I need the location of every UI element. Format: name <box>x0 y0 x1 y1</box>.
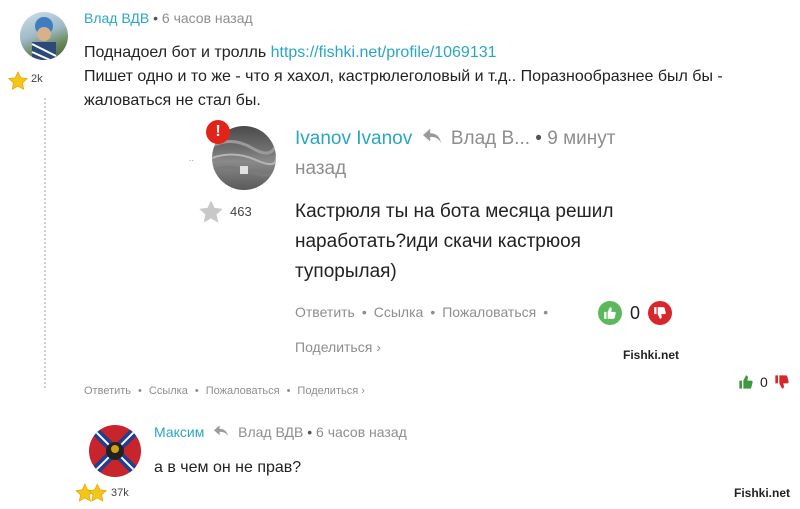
quote-votes: 0 <box>598 301 673 325</box>
comment2-header: Максим Влад ВДВ • 6 часов назад <box>154 424 407 440</box>
profile-link[interactable]: https://fishki.net/profile/1069131 <box>271 44 497 61</box>
separator-dot: • <box>307 424 317 440</box>
thumb-down-circle-icon[interactable] <box>648 301 673 325</box>
share-link[interactable]: Ссылка <box>149 385 188 397</box>
karma-star-gray-icon <box>197 198 225 231</box>
thumb-down-icon[interactable] <box>774 374 790 390</box>
tiny-dots: .. <box>189 153 195 163</box>
quote-vote-count: 0 <box>630 302 641 323</box>
alert-badge-text: ! <box>215 123 221 140</box>
author-name[interactable]: Влад ВДВ <box>84 10 149 26</box>
thread-line <box>44 98 46 388</box>
avatar-vlad[interactable] <box>20 12 68 60</box>
thumb-up-icon[interactable] <box>738 374 754 390</box>
separator-dot: • <box>535 128 548 149</box>
karma-star-icon <box>7 70 29 97</box>
quote-line-1: Кастрюля ты на бота месяца решил <box>295 201 614 222</box>
quote-line-3: тупорылая) <box>295 261 397 282</box>
quote-time-2[interactable]: назад <box>295 154 655 184</box>
comment-body: Поднадоел бот и тролль https://fishki.ne… <box>84 41 794 113</box>
quote-header: Ivanov Ivanov Влад В... • 9 минут назад <box>295 124 655 184</box>
quote-karma-value: 463 <box>230 204 252 219</box>
quote-report-link[interactable]: Пожаловаться <box>442 304 536 320</box>
comment-actions: Ответить • Ссылка • Пожаловаться • Поделиться … <box>84 385 365 397</box>
share-more-link[interactable]: Поделиться › <box>297 385 364 397</box>
reply-arrow-icon <box>422 128 441 144</box>
avatar-maksim-image <box>89 425 141 477</box>
quote-actions: Ответить • Ссылка • Пожаловаться • <box>295 304 549 320</box>
avatar-maksim[interactable] <box>89 425 141 477</box>
reply-arrow-icon <box>214 425 229 437</box>
separator-dot: • <box>153 10 162 26</box>
vote-count: 0 <box>760 374 768 390</box>
quote-reply-link[interactable]: Ответить <box>295 304 355 320</box>
maksim-karma-value: 37k <box>111 487 129 499</box>
comment-time[interactable]: 6 часов назад <box>162 10 253 26</box>
maksim-time[interactable]: 6 часов назад <box>316 424 407 440</box>
comment-votes: 0 <box>738 374 790 390</box>
maksim-author[interactable]: Максим <box>154 424 204 440</box>
watermark-quote: Fishki.net <box>623 348 680 362</box>
comment-header: Влад ВДВ • 6 часов назад <box>84 10 253 26</box>
quote-time-1[interactable]: 9 минут <box>547 128 615 149</box>
karma-value: 2k <box>31 73 43 85</box>
watermark-bottom: Fishki.net <box>734 486 791 500</box>
alert-badge: ! <box>206 120 230 144</box>
maksim-reply-to[interactable]: Влад ВДВ <box>238 424 303 440</box>
comment-line-3: жаловаться не стал бы. <box>84 92 261 109</box>
reply-link[interactable]: Ответить <box>84 385 131 397</box>
quote-line-2: наработать?иди скачи кастрюоя <box>295 231 581 252</box>
comment-line-1: Поднадоел бот и тролль https://fishki.ne… <box>84 41 794 65</box>
quote-body: Кастрюля ты на бота месяца решил наработ… <box>295 197 675 287</box>
report-link[interactable]: Пожаловаться <box>206 385 280 397</box>
quote-share-more[interactable]: Поделиться › <box>295 339 381 355</box>
quote-author[interactable]: Ivanov Ivanov <box>295 128 412 149</box>
thumb-up-circle-icon[interactable] <box>598 301 622 325</box>
quote-share-link[interactable]: Ссылка <box>374 304 424 320</box>
comment-text-intro: Поднадоел бот и тролль <box>84 44 271 61</box>
maksim-text: а в чем он не прав? <box>154 459 302 476</box>
comment-line-2: Пишет одно и то же - что я хахол, кастрю… <box>84 68 723 85</box>
quote-reply-to[interactable]: Влад В... <box>451 128 530 149</box>
avatar-vlad-image <box>31 17 57 60</box>
